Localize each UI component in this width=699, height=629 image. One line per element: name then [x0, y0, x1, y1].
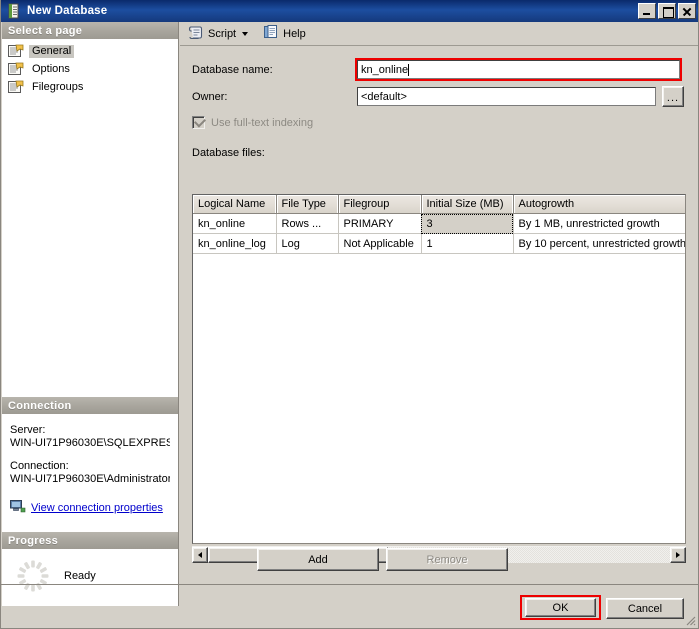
cell-initial-size[interactable]: 3	[421, 213, 514, 234]
title-bar[interactable]: New Database	[1, 0, 698, 22]
ok-button-highlight: OK	[520, 595, 601, 620]
page-list: General Options Filegroups	[2, 39, 178, 95]
select-page-header: Select a page	[2, 22, 178, 39]
connection-value: WIN-UI71P96030E\Administrator	[10, 473, 170, 485]
owner-row: Owner: <default> ...	[192, 86, 687, 107]
cell-initial-size[interactable]: 1	[421, 233, 514, 254]
text-caret	[408, 63, 410, 76]
grid-header-row: Logical Name File Type Filegroup Initial…	[193, 195, 685, 214]
fulltext-indexing-label: Use full-text indexing	[211, 116, 314, 129]
scroll-right-arrow-icon[interactable]	[670, 546, 686, 563]
cell-autogrowth[interactable]: By 10 percent, unrestricted growth	[513, 233, 685, 254]
script-label: Script	[208, 27, 237, 40]
database-window-icon	[6, 3, 22, 19]
column-header-initial-size[interactable]: Initial Size (MB)	[421, 195, 514, 214]
progress-status: Ready	[64, 570, 96, 582]
table-row[interactable]: kn_online_log Log Not Applicable 1 By 10…	[193, 233, 685, 254]
cell-file-type[interactable]: Log	[276, 233, 339, 254]
owner-label: Owner:	[192, 90, 228, 103]
server-value: WIN-UI71P96030E\SQLEXPRES	[10, 437, 170, 449]
column-header-filegroup[interactable]: Filegroup	[338, 195, 422, 214]
main-pane: Script Help Database name: kn_online Own…	[180, 22, 698, 584]
help-label: Help	[283, 27, 306, 40]
connection-label: Connection:	[10, 460, 69, 472]
page-icon	[8, 80, 24, 94]
database-files-label: Database files:	[192, 147, 265, 159]
add-button[interactable]: Add	[257, 548, 379, 571]
database-name-input[interactable]: kn_online	[355, 58, 682, 81]
close-button[interactable]	[678, 3, 696, 19]
database-files-grid[interactable]: Logical Name File Type Filegroup Initial…	[192, 194, 686, 544]
database-name-row: Database name: kn_online	[192, 58, 687, 81]
column-header-autogrowth[interactable]: Autogrowth	[513, 195, 685, 214]
script-button[interactable]: Script	[185, 24, 256, 44]
sidebar-item-label: General	[29, 44, 75, 58]
database-form: Database name: kn_online Owner: <default…	[180, 46, 698, 129]
column-header-file-type[interactable]: File Type	[276, 195, 339, 214]
ok-button[interactable]: OK	[525, 598, 596, 617]
minimize-button[interactable]	[638, 3, 656, 19]
help-button[interactable]: Help	[260, 24, 309, 44]
cell-filegroup[interactable]: Not Applicable	[338, 233, 422, 254]
new-database-dialog: New Database Select a page General Optio…	[0, 0, 699, 629]
owner-browse-button[interactable]: ...	[662, 86, 684, 107]
sidebar-item-filegroups[interactable]: Filegroups	[8, 79, 178, 95]
connection-section: Connection Server: WIN-UI71P96030E\SQLEX…	[2, 397, 178, 516]
toolbar: Script Help	[180, 22, 698, 46]
progress-header: Progress	[2, 532, 178, 549]
cell-file-type[interactable]: Rows ...	[276, 213, 339, 234]
connection-properties-icon	[10, 499, 26, 516]
view-connection-properties-link[interactable]: View connection properties	[31, 502, 163, 514]
owner-input[interactable]: <default>	[357, 87, 656, 106]
fulltext-indexing-checkbox	[192, 115, 207, 129]
fulltext-indexing-row: Use full-text indexing	[192, 115, 687, 129]
maximize-button[interactable]	[658, 3, 676, 19]
sidebar-item-label: Options	[32, 62, 70, 75]
window-title: New Database	[27, 5, 108, 17]
sidebar: Select a page General Options Filegroups…	[2, 22, 179, 606]
table-row[interactable]: kn_online Rows ... PRIMARY 3 By 1 MB, un…	[193, 213, 685, 234]
column-header-logical-name[interactable]: Logical Name	[193, 195, 277, 214]
cell-autogrowth[interactable]: By 1 MB, unrestricted growth	[513, 213, 685, 234]
sidebar-item-general[interactable]: General	[8, 43, 178, 59]
sidebar-item-options[interactable]: Options	[8, 61, 178, 77]
cancel-button[interactable]: Cancel	[606, 598, 684, 619]
cell-logical-name[interactable]: kn_online_log	[193, 233, 277, 254]
chevron-down-icon[interactable]	[242, 32, 249, 36]
owner-value: <default>	[361, 90, 407, 103]
help-icon	[263, 24, 279, 43]
connection-header: Connection	[2, 397, 178, 414]
scroll-left-arrow-icon[interactable]	[192, 546, 208, 563]
cell-logical-name[interactable]: kn_online	[193, 213, 277, 234]
progress-spinner-icon	[16, 559, 50, 593]
check-icon	[193, 115, 207, 128]
page-icon	[8, 44, 24, 58]
cell-filegroup[interactable]: PRIMARY	[338, 213, 422, 234]
window-controls	[638, 3, 696, 19]
resize-grip[interactable]	[684, 614, 696, 626]
page-icon	[8, 62, 24, 76]
sidebar-item-label: Filegroups	[32, 80, 84, 93]
server-label: Server:	[10, 424, 46, 436]
footer-separator	[1, 584, 698, 585]
database-name-label: Database name:	[192, 63, 273, 76]
remove-button: Remove	[386, 548, 508, 571]
database-name-value: kn_online	[361, 63, 409, 76]
script-icon	[188, 24, 204, 43]
